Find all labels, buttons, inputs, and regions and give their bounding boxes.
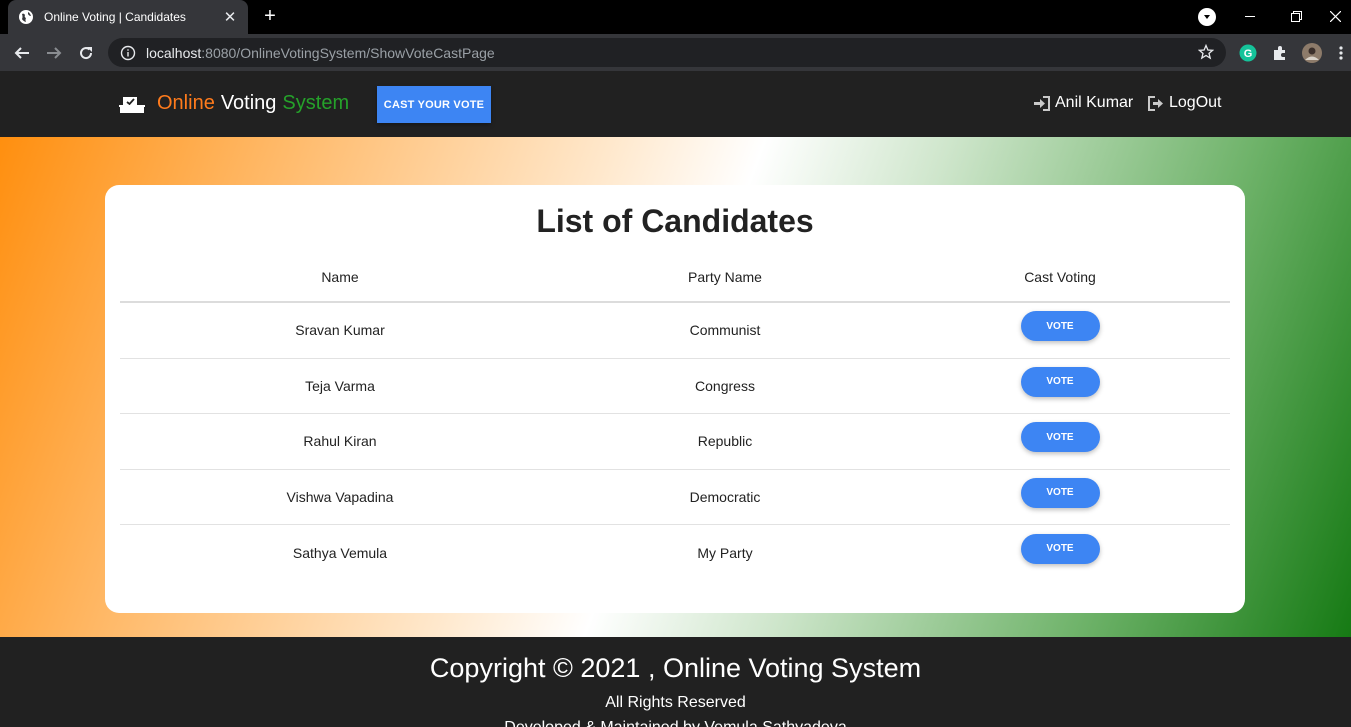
new-tab-button[interactable]: + [258,4,282,28]
cast-voting-cell: VOTE [890,422,1230,453]
globe-icon [18,9,34,25]
grammarly-extension-icon[interactable]: G [1238,43,1258,63]
party-name: Democratic [689,488,761,505]
ballot-box-icon [119,93,145,115]
address-bar[interactable]: localhost:8080/OnlineVotingSystem/ShowVo… [108,38,1226,67]
tab-search-icon[interactable] [1198,8,1216,26]
column-header-party: Party Name [688,269,762,285]
footer-rights: All Rights Reserved [605,694,746,711]
forward-arrow-icon[interactable] [41,40,67,66]
close-tab-icon[interactable]: ✕ [222,8,238,26]
browser-tab[interactable]: Online Voting | Candidates ✕ [8,0,248,34]
close-window-icon[interactable] [1319,0,1351,32]
vote-button[interactable]: VOTE [1020,311,1100,342]
url-text: localhost:8080/OnlineVotingSystem/ShowVo… [146,45,495,61]
user-profile-link[interactable]: Anil Kumar [1034,94,1133,112]
candidate-name: Vishwa Vapadina [286,488,394,505]
user-name: Anil Kumar [1055,94,1134,111]
sign-in-icon [1034,95,1050,111]
table-row: Sravan Kumar Communist VOTE [120,303,1230,359]
site-navbar: Online Voting System CAST YOUR VOTE Anil… [0,71,1351,137]
vote-button[interactable]: VOTE [1020,533,1100,564]
restore-window-icon[interactable] [1273,0,1319,32]
page-title: List of Candidates [536,203,814,239]
candidate-name: Sathya Vemula [292,544,388,561]
table-header: Name Party Name Cast Voting [120,253,1230,303]
logout-link[interactable]: LogOut [1148,94,1221,112]
party-name: Communist [689,322,761,339]
back-arrow-icon[interactable] [9,40,35,66]
brand-text-online: Online [157,92,215,114]
candidate-name: Sravan Kumar [295,322,385,339]
party-name: Republic [697,433,753,450]
footer-copyright: Copyright © 2021 , Online Voting System [429,653,922,683]
logout-label: LogOut [1169,94,1222,111]
column-header-cast-voting: Cast Voting [1024,269,1096,285]
vote-button[interactable]: VOTE [1020,366,1100,397]
minimize-window-icon[interactable] [1227,0,1273,32]
browser-tab-strip: Online Voting | Candidates ✕ + [0,0,1351,34]
cast-voting-cell: VOTE [890,477,1230,508]
cast-your-vote-button[interactable]: CAST YOUR VOTE [377,86,491,123]
column-header-name: Name [321,269,359,285]
vote-button[interactable]: VOTE [1020,422,1100,453]
vote-button[interactable]: VOTE [1020,477,1100,508]
url-path: :8080/OnlineVotingSystem/ShowVoteCastPag… [201,44,495,61]
candidates-table: Name Party Name Cast Voting Sravan Kumar… [120,253,1230,581]
table-row: Rahul Kiran Republic VOTE [120,414,1230,470]
cast-voting-cell: VOTE [890,311,1230,342]
table-row: Teja Varma Congress VOTE [120,359,1230,414]
reload-icon[interactable] [73,40,99,66]
table-row: Vishwa Vapadina Democratic VOTE [120,470,1230,525]
tab-title: Online Voting | Candidates [44,10,186,24]
extensions-puzzle-icon[interactable] [1270,43,1290,63]
footer-developer: Developed & Maintained by Vemula Sathyad… [0,719,1351,727]
party-name: My Party [697,544,753,561]
profile-avatar-icon[interactable] [1302,43,1322,63]
party-name: Congress [695,377,755,394]
sign-out-icon [1148,95,1163,111]
site-footer: Copyright © 2021 , Online Voting System … [0,637,1351,727]
candidates-card: List of Candidates Name Party Name Cast … [105,185,1245,613]
cast-voting-cell: VOTE [890,366,1230,397]
brand-link[interactable]: Online Voting System [119,92,349,115]
cast-voting-cell: VOTE [890,533,1230,564]
browser-menu-icon[interactable] [1334,43,1348,63]
browser-toolbar: localhost:8080/OnlineVotingSystem/ShowVo… [0,34,1351,71]
brand-text-system: System [282,92,350,114]
bookmark-star-icon[interactable] [1197,43,1215,65]
site-info-icon[interactable] [120,45,136,61]
url-host: localhost [146,44,202,61]
svg-text:G: G [1244,48,1253,60]
brand-text-voting: Voting [220,92,277,114]
hero-section: List of Candidates Name Party Name Cast … [0,137,1351,637]
candidate-name: Teja Varma [305,377,375,394]
candidate-name: Rahul Kiran [303,433,377,450]
table-row: Sathya Vemula My Party VOTE [120,525,1230,581]
